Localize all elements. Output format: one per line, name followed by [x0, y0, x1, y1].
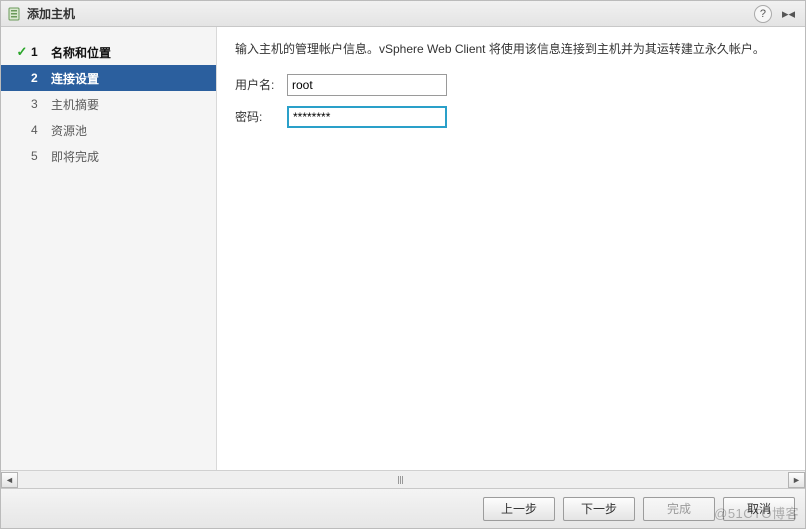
- step-number: 4: [31, 123, 45, 137]
- password-row: 密码:: [235, 106, 787, 128]
- scroll-left-arrow[interactable]: ◄: [1, 472, 18, 488]
- back-button[interactable]: 上一步: [483, 497, 555, 521]
- username-input[interactable]: [287, 74, 447, 96]
- checkmark-icon: ✓: [13, 44, 31, 60]
- step-label: 资源池: [45, 122, 87, 139]
- next-button[interactable]: 下一步: [563, 497, 635, 521]
- main-panel: 输入主机的管理帐户信息。vSphere Web Client 将使用该信息连接到…: [217, 27, 805, 470]
- step-label: 即将完成: [45, 148, 99, 165]
- collapse-button[interactable]: ▸◂: [778, 6, 799, 22]
- wizard-step-connection-settings[interactable]: 2 连接设置: [1, 65, 216, 91]
- step-label: 主机摘要: [45, 96, 99, 113]
- scroll-grip-icon: [395, 474, 405, 486]
- step-label: 连接设置: [45, 70, 99, 87]
- add-host-dialog: 添加主机 ? ▸◂ ✓ 1 名称和位置 2 连接设置 3 主机摘要: [0, 0, 806, 529]
- step-number: 2: [31, 71, 45, 85]
- wizard-step-name-location[interactable]: ✓ 1 名称和位置: [1, 39, 216, 65]
- wizard-step-host-summary: 3 主机摘要: [1, 91, 216, 117]
- username-row: 用户名:: [235, 74, 787, 96]
- help-button[interactable]: ?: [754, 5, 772, 23]
- dialog-body: ✓ 1 名称和位置 2 连接设置 3 主机摘要 4 资源池 5: [1, 27, 805, 470]
- instruction-text: 输入主机的管理帐户信息。vSphere Web Client 将使用该信息连接到…: [235, 41, 787, 58]
- password-label: 密码:: [235, 108, 287, 125]
- password-input[interactable]: [287, 106, 447, 128]
- host-icon: [7, 7, 21, 21]
- finish-button: 完成: [643, 497, 715, 521]
- cancel-button[interactable]: 取消: [723, 497, 795, 521]
- wizard-step-ready-to-complete: 5 即将完成: [1, 143, 216, 169]
- step-number: 3: [31, 97, 45, 111]
- titlebar: 添加主机 ? ▸◂: [1, 1, 805, 27]
- horizontal-scrollbar[interactable]: ◄ ►: [1, 470, 805, 488]
- dialog-footer: 上一步 下一步 完成 取消 @51CTO博客: [1, 488, 805, 528]
- step-label: 名称和位置: [45, 44, 111, 61]
- scroll-track[interactable]: [18, 472, 788, 488]
- wizard-steps-sidebar: ✓ 1 名称和位置 2 连接设置 3 主机摘要 4 资源池 5: [1, 27, 217, 470]
- username-label: 用户名:: [235, 76, 287, 93]
- step-number: 5: [31, 149, 45, 163]
- scroll-right-arrow[interactable]: ►: [788, 472, 805, 488]
- step-number: 1: [31, 45, 45, 59]
- dialog-title: 添加主机: [27, 5, 75, 22]
- wizard-step-resource-pool: 4 资源池: [1, 117, 216, 143]
